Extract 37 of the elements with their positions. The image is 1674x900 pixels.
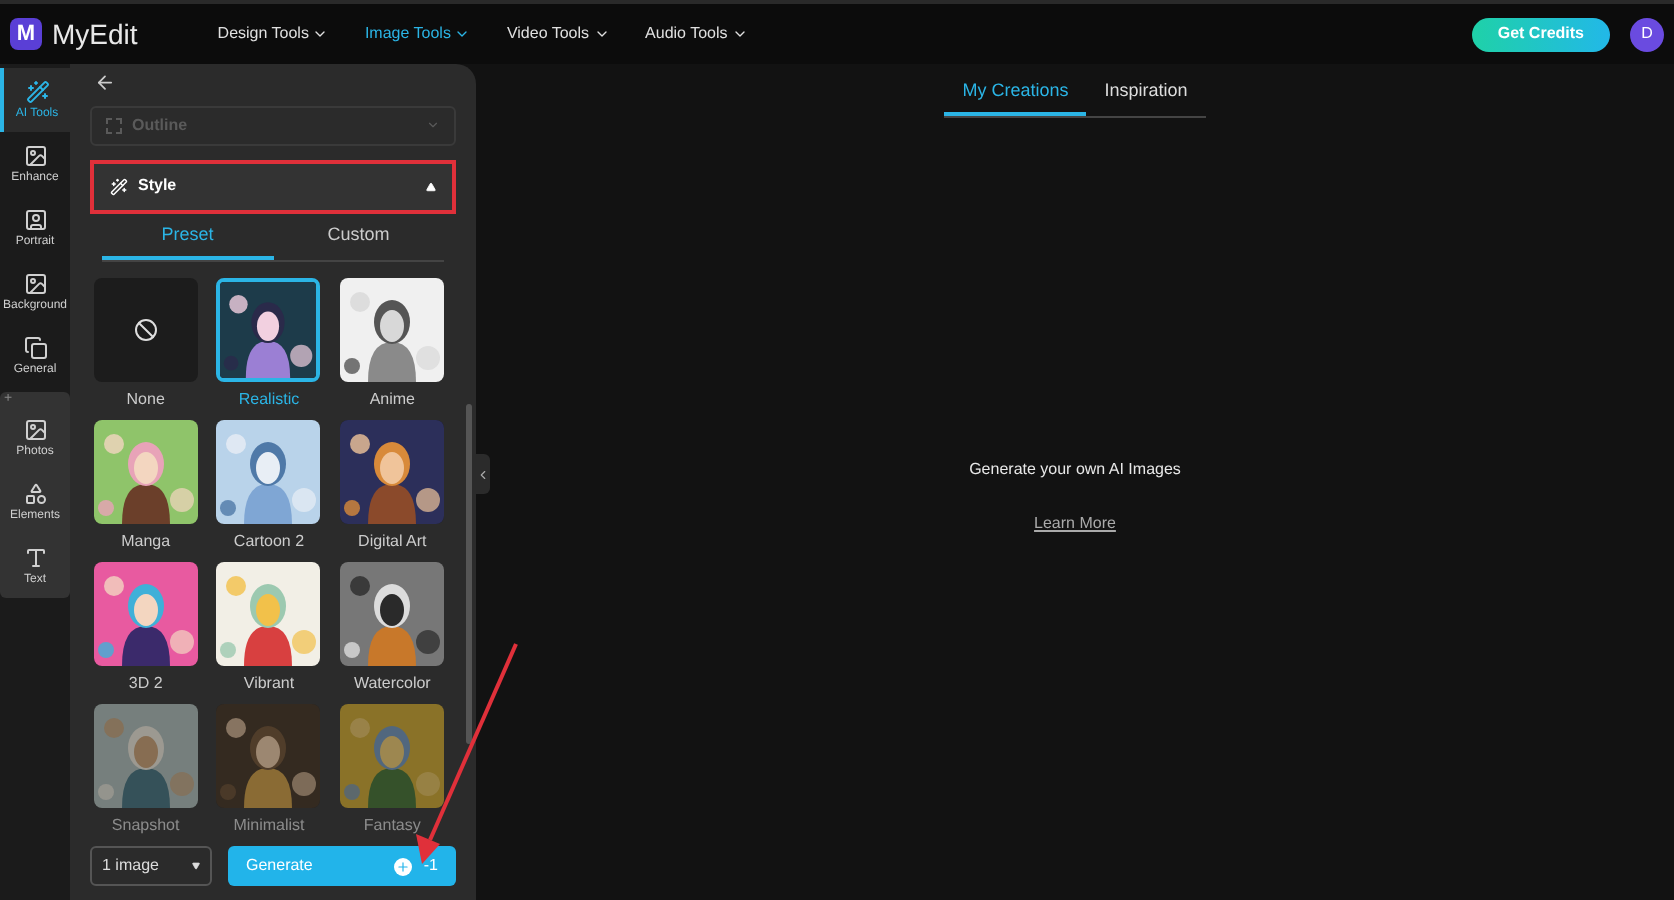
- main-tab[interactable]: My Creations: [944, 72, 1087, 116]
- style-tab[interactable]: Custom: [273, 214, 444, 260]
- nav-menu[interactable]: Design Tools: [217, 22, 329, 46]
- copy-icon: [23, 336, 47, 360]
- logo-mark: M: [10, 18, 42, 50]
- chevron-icon: [476, 467, 490, 481]
- chevron-icon: [593, 26, 610, 42]
- back-arrow-icon[interactable]: [94, 72, 116, 94]
- avatar[interactable]: D: [1630, 17, 1664, 51]
- credit-icon: [393, 857, 412, 875]
- empty-message: Generate your own AI Images: [969, 458, 1181, 482]
- chevron-icon: [426, 118, 440, 133]
- none-icon: [133, 318, 158, 342]
- chevron-icon: [454, 26, 471, 42]
- image-icon: [23, 144, 47, 168]
- person-icon: [23, 208, 47, 232]
- shapes-icon: [23, 482, 47, 506]
- wand-icon: [25, 80, 49, 104]
- caret-icon: [426, 181, 436, 192]
- collapse-handle[interactable]: [476, 454, 490, 494]
- learn-more-link[interactable]: Learn More: [1034, 512, 1116, 536]
- nav-menu[interactable]: Audio Tools: [645, 22, 748, 46]
- image-icon: [23, 418, 47, 442]
- chevron-icon: [312, 26, 329, 42]
- image-count-select[interactable]: 1 image: [90, 846, 212, 886]
- style-tab[interactable]: Preset: [102, 214, 273, 260]
- logo-text: MyEdit: [52, 15, 138, 54]
- main-tab[interactable]: Inspiration: [1086, 72, 1206, 116]
- wand-icon: [110, 177, 128, 196]
- nav-menu[interactable]: Video Tools: [506, 22, 610, 46]
- caret-icon: [192, 862, 200, 870]
- image-icon: [23, 272, 47, 296]
- outline-icon: [106, 117, 122, 134]
- nav-menu[interactable]: Image Tools: [364, 22, 471, 46]
- style-header[interactable]: Style: [90, 159, 456, 214]
- chevron-icon: [731, 26, 748, 42]
- text-icon: [23, 546, 47, 570]
